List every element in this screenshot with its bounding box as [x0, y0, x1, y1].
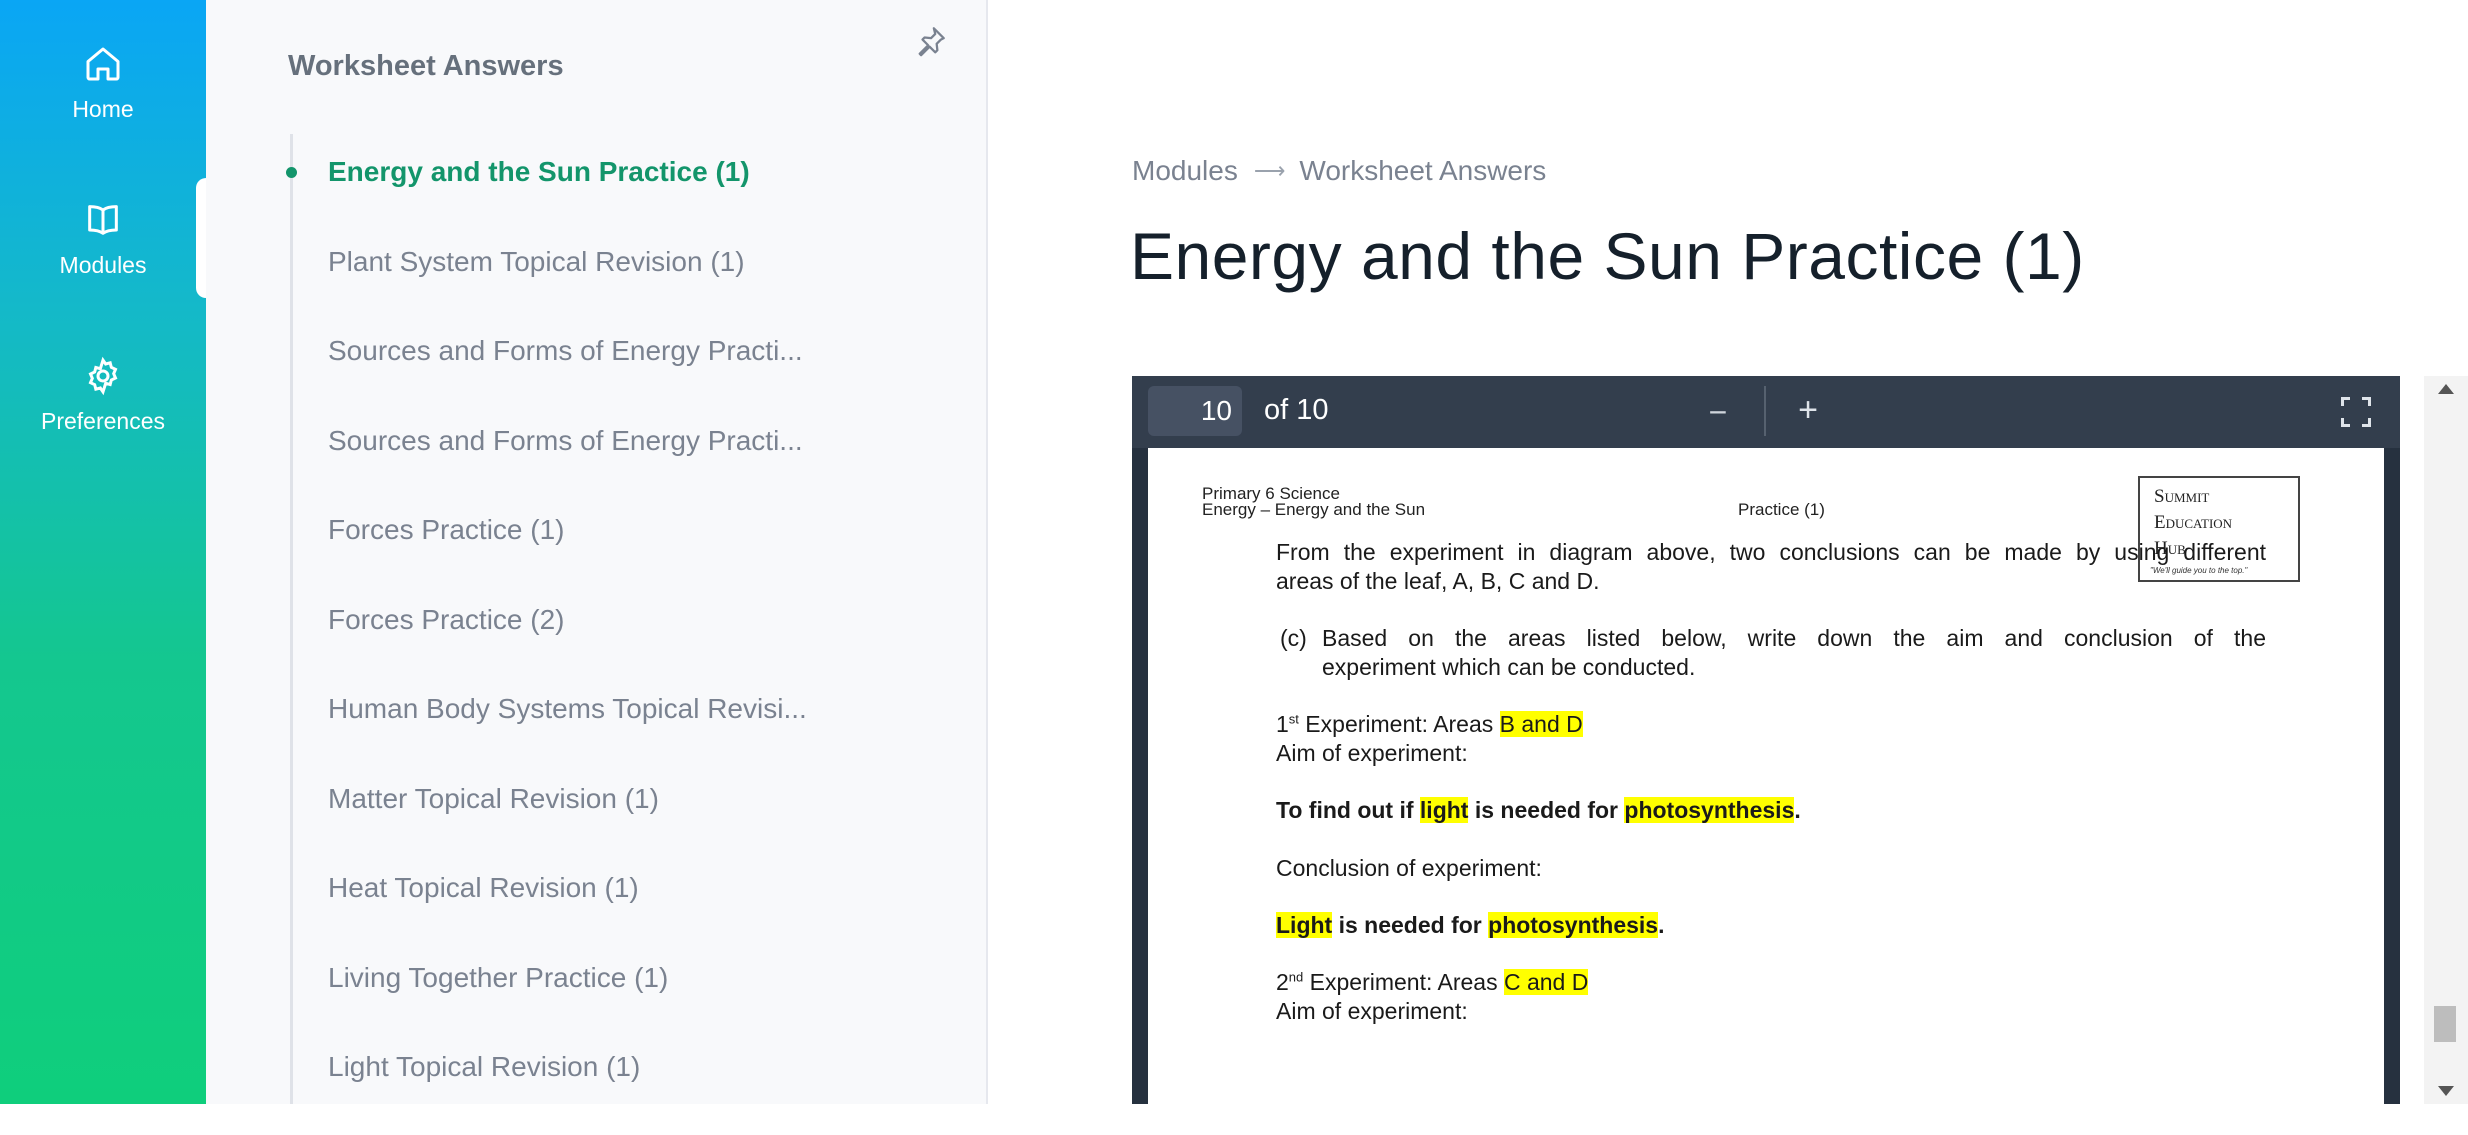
- fullscreen-icon[interactable]: [2338, 394, 2374, 430]
- pdf-page: Primary 6 Science Energy – Energy and th…: [1148, 448, 2384, 1104]
- aim-text: is needed for: [1468, 797, 1625, 823]
- exp-areas: C and D: [1503, 969, 1589, 995]
- conclusion-text: .: [1658, 912, 1665, 938]
- breadcrumb-current: Worksheet Answers: [1299, 155, 1547, 186]
- page-number-input[interactable]: 10: [1148, 386, 1242, 436]
- breadcrumb: Modules ⟶ Worksheet Answers: [1132, 155, 1546, 187]
- aim-highlight: photosynthesis: [1624, 797, 1795, 823]
- sidebar-item-sources-forms-energy-1[interactable]: Sources and Forms of Energy Practi...: [206, 329, 986, 419]
- experiment-2-heading: 2nd Experiment: Areas C and D: [1276, 968, 1589, 997]
- exp-text: Experiment: Areas: [1298, 711, 1500, 737]
- sidebar-item-human-body[interactable]: Human Body Systems Topical Revisi...: [206, 687, 986, 777]
- sidebar-item-matter[interactable]: Matter Topical Revision (1): [206, 777, 986, 867]
- aim-text: .: [1794, 797, 1801, 823]
- aim-label-2: Aim of experiment:: [1276, 998, 1468, 1024]
- aim-label: Aim of experiment:: [1276, 740, 1468, 766]
- rail-item-label: Home: [72, 96, 134, 122]
- question-line-2: experiment which can be conducted.: [1322, 654, 1696, 680]
- conclusion-text: is needed for: [1332, 912, 1489, 938]
- scroll-down-icon[interactable]: [2438, 1086, 2454, 1096]
- gear-icon: [88, 356, 118, 396]
- exp-text: Experiment: Areas: [1303, 969, 1504, 995]
- sidebar-title: Worksheet Answers: [288, 50, 564, 82]
- conclusion-label: Conclusion of experiment:: [1276, 855, 1542, 881]
- exp-num: 2: [1276, 969, 1289, 995]
- exp-num: 1: [1276, 711, 1289, 737]
- sidebar-item-forces-1[interactable]: Forces Practice (1): [206, 508, 986, 598]
- breadcrumb-arrow-icon: ⟶: [1253, 158, 1286, 183]
- page-title: Energy and the Sun Practice (1): [1130, 219, 2085, 293]
- logo-tagline: "We'll guide you to the top.": [2150, 566, 2248, 575]
- question-label: (c): [1280, 625, 1307, 651]
- doc-header-practice: Practice (1): [1738, 500, 1825, 519]
- conclusion-answer-1: Light is needed for photosynthesis.: [1276, 911, 1665, 940]
- question-line-1: Based on the areas listed below, write d…: [1322, 625, 2266, 651]
- left-rail: Home Modules Preferences: [0, 0, 208, 1104]
- conclusion-highlight: photosynthesis: [1488, 912, 1659, 938]
- pin-icon[interactable]: [914, 24, 948, 58]
- module-sidebar: Worksheet Answers Energy and the Sun Pra…: [206, 0, 988, 1104]
- rail-item-preferences[interactable]: Preferences: [0, 334, 206, 462]
- rail-item-home[interactable]: Home: [0, 22, 206, 150]
- sidebar-item-energy-sun[interactable]: Energy and the Sun Practice (1): [206, 150, 986, 240]
- experiment-1-heading: 1st Experiment: Areas B and D: [1276, 710, 1583, 739]
- pdf-toolbar: 10 of 10 − +: [1132, 376, 2400, 448]
- sidebar-item-plant-system[interactable]: Plant System Topical Revision (1): [206, 240, 986, 330]
- book-icon: [88, 205, 118, 235]
- aim-answer-1: To find out if light is needed for photo…: [1276, 796, 1801, 825]
- exp-suffix: st: [1288, 711, 1299, 727]
- zoom-in-button[interactable]: +: [1788, 390, 1828, 430]
- toolbar-divider: [1764, 386, 1766, 436]
- page-total: of 10: [1264, 394, 1329, 426]
- pdf-viewer: 10 of 10 − + Primary 6 Science Energy – …: [1132, 376, 2400, 1104]
- logo-line: Summit: [2154, 486, 2210, 507]
- rail-item-label: Preferences: [40, 408, 165, 434]
- doc-header-topic: Energy – Energy and the Sun: [1202, 500, 1426, 519]
- logo-line: Education: [2154, 512, 2233, 533]
- sidebar-item-heat[interactable]: Heat Topical Revision (1): [206, 866, 986, 956]
- sidebar-item-living-together[interactable]: Living Together Practice (1): [206, 956, 986, 1046]
- sidebar-item-forces-2[interactable]: Forces Practice (2): [206, 598, 986, 688]
- breadcrumb-modules-link[interactable]: Modules: [1132, 155, 1238, 187]
- sidebar-item-sources-forms-energy-2[interactable]: Sources and Forms of Energy Practi...: [206, 419, 986, 509]
- conclusion-highlight: Light: [1276, 912, 1333, 938]
- aim-highlight: light: [1419, 797, 1469, 823]
- scrollbar-thumb[interactable]: [2434, 1006, 2456, 1042]
- exp-areas: B and D: [1499, 711, 1583, 737]
- intro-line-1: From the experiment in diagram above, tw…: [1276, 539, 2266, 565]
- intro-line-2: areas of the leaf, A, B, C and D.: [1276, 568, 1600, 594]
- sidebar-item-light[interactable]: Light Topical Revision (1): [206, 1045, 986, 1135]
- worksheet-list: Energy and the Sun Practice (1) Plant Sy…: [206, 150, 986, 1135]
- exp-suffix: nd: [1288, 969, 1304, 985]
- scroll-up-icon[interactable]: [2438, 384, 2454, 394]
- rail-item-label: Modules: [59, 252, 147, 278]
- home-icon: [86, 47, 120, 81]
- vertical-scrollbar[interactable]: [2424, 376, 2468, 1104]
- rail-item-modules[interactable]: Modules: [0, 178, 208, 306]
- zoom-out-button[interactable]: −: [1698, 392, 1738, 432]
- aim-text: To find out if: [1276, 797, 1420, 823]
